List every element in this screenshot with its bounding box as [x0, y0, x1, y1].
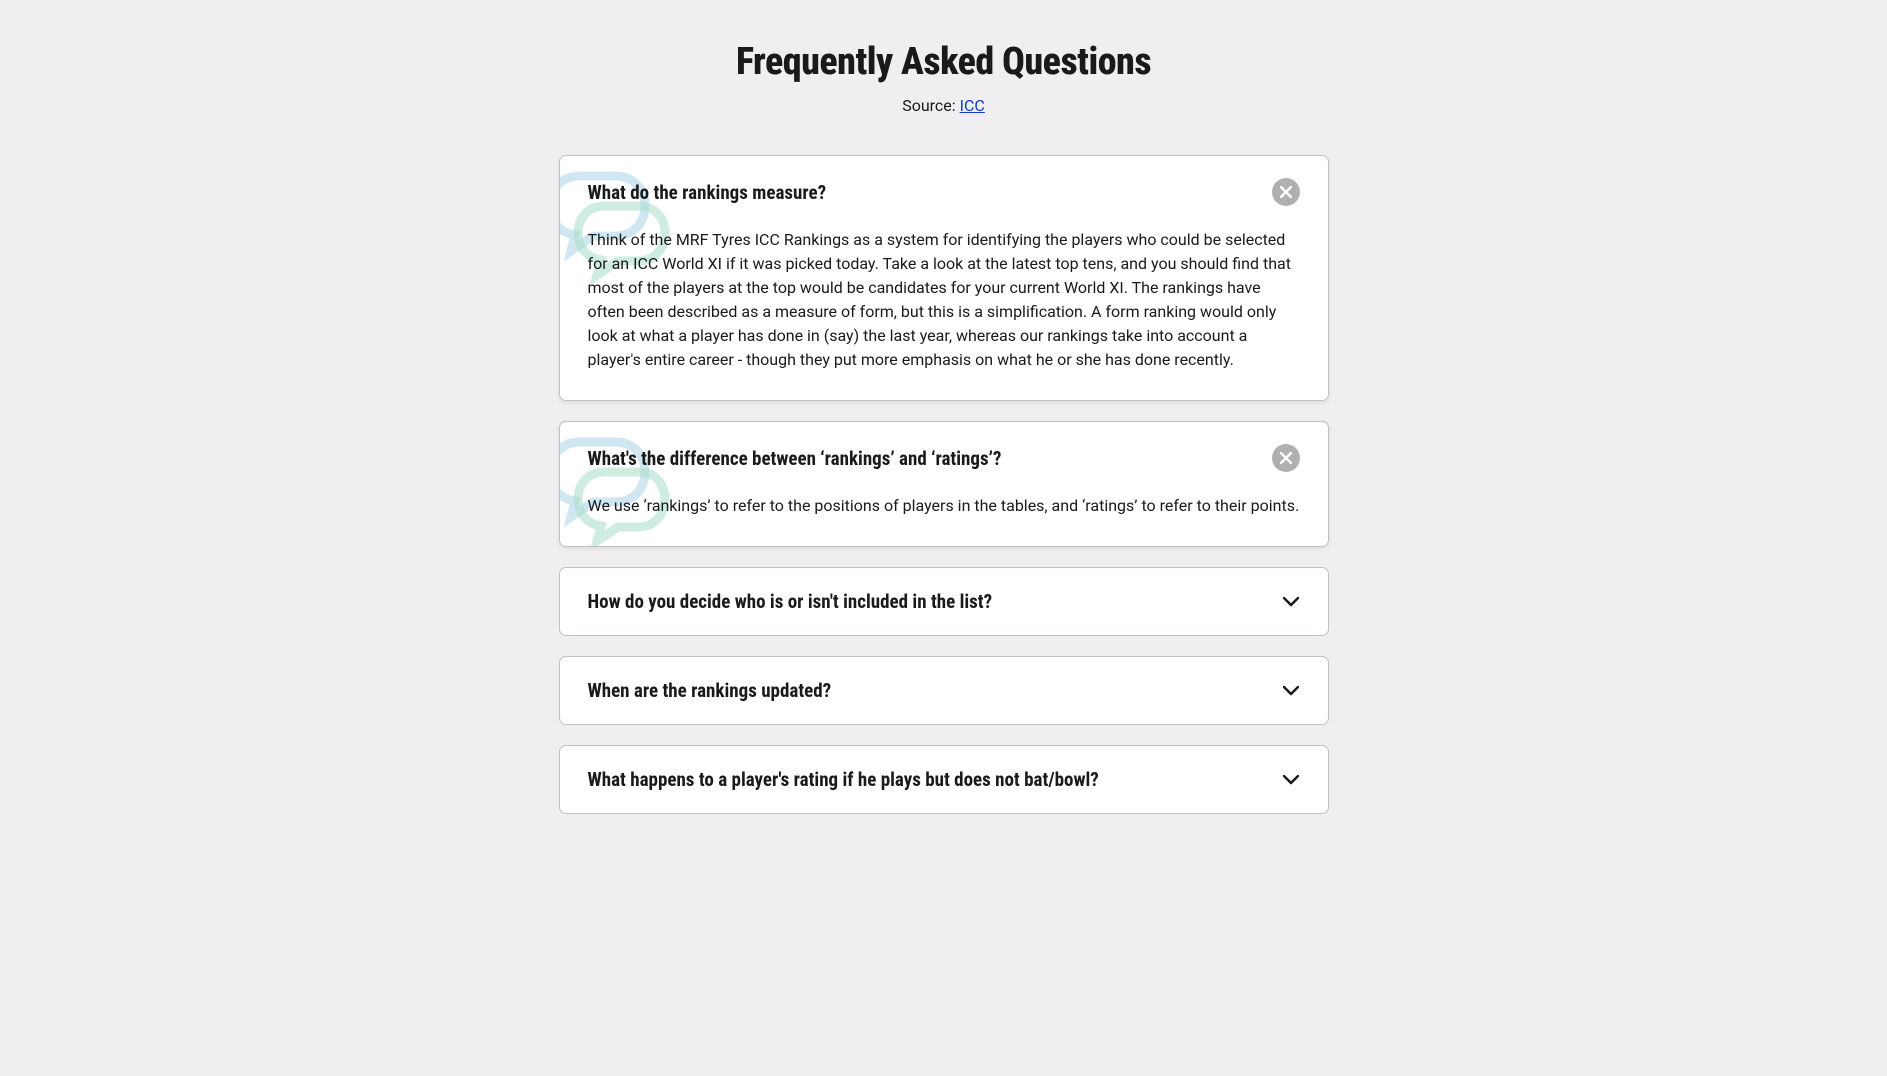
source-label: Source:: [902, 96, 959, 115]
faq-question: When are the rankings updated?: [588, 679, 832, 702]
faq-header[interactable]: What happens to a player's rating if he …: [560, 746, 1328, 813]
faq-question: What happens to a player's rating if he …: [588, 768, 1099, 791]
source-line: Source: ICC: [559, 96, 1329, 115]
chevron-down-icon[interactable]: [1282, 771, 1300, 789]
close-icon[interactable]: [1272, 444, 1300, 472]
faq-header[interactable]: What's the difference between ‘rankings’…: [560, 422, 1328, 494]
faq-answer: Think of the MRF Tyres ICC Rankings as a…: [560, 228, 1328, 400]
faq-header[interactable]: How do you decide who is or isn't includ…: [560, 568, 1328, 635]
faq-question: What's the difference between ‘rankings’…: [588, 447, 1002, 470]
faq-header[interactable]: When are the rankings updated?: [560, 657, 1328, 724]
faq-item: What happens to a player's rating if he …: [559, 745, 1329, 814]
faq-header[interactable]: What do the rankings measure?: [560, 156, 1328, 228]
faq-item: What's the difference between ‘rankings’…: [559, 421, 1329, 547]
page-title: Frequently Asked Questions: [559, 40, 1329, 84]
close-icon[interactable]: [1272, 178, 1300, 206]
faq-item: What do the rankings measure? Think of th…: [559, 155, 1329, 401]
faq-answer: We use ‘rankings’ to refer to the positi…: [560, 494, 1328, 546]
faq-question: What do the rankings measure?: [588, 181, 827, 204]
faq-item: How do you decide who is or isn't includ…: [559, 567, 1329, 636]
faq-question: How do you decide who is or isn't includ…: [588, 590, 993, 613]
chevron-down-icon[interactable]: [1282, 682, 1300, 700]
source-link[interactable]: ICC: [960, 96, 985, 115]
faq-item: When are the rankings updated?: [559, 656, 1329, 725]
chevron-down-icon[interactable]: [1282, 593, 1300, 611]
faq-list: What do the rankings measure? Think of th…: [559, 155, 1329, 814]
